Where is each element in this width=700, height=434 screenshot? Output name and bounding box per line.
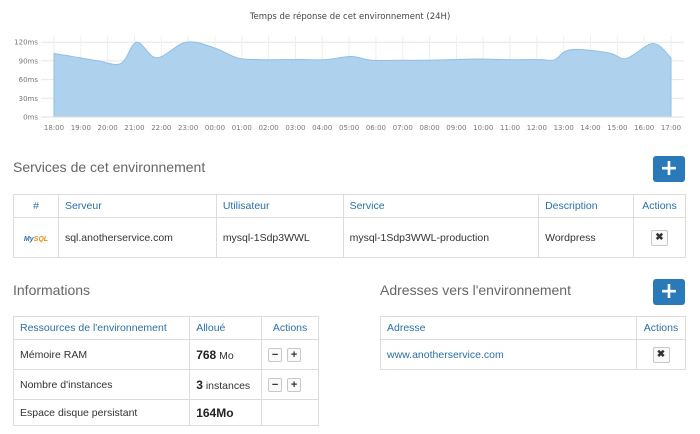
delete-service-button[interactable]: ✖ (650, 229, 668, 246)
col-allocated: Alloué (189, 316, 263, 340)
x-tick-label: 13:00 (554, 124, 574, 132)
y-tick-label: 120ms (14, 39, 38, 47)
x-tick-label: 21:00 (124, 124, 144, 132)
x-tick-label: 15:00 (607, 124, 627, 132)
addresses-table: Adresse Actions www.anotherservice.com ✖ (380, 316, 686, 370)
ram-value: 768 (196, 347, 217, 362)
instances-value-cell: 3 instances (189, 369, 263, 400)
ram-increase-button[interactable]: + (287, 347, 302, 362)
x-tick-label: 18:00 (44, 124, 64, 132)
services-title: Services de cet environnement (13, 159, 206, 175)
instances-unit: instances (205, 379, 251, 392)
x-tick-label: 01:00 (232, 124, 252, 132)
ram-decrease-button[interactable]: − (268, 347, 283, 362)
ram-label: Mémoire RAM (12, 339, 191, 370)
x-tick-label: 06:00 (366, 124, 386, 132)
informations-table: Ressources de l'environnement Alloué Act… (12, 316, 319, 426)
x-tick-label: 17:00 (661, 124, 681, 132)
disk-actions (261, 399, 319, 426)
y-tick-label: 0ms (23, 114, 38, 122)
x-tick-label: 22:00 (151, 124, 171, 132)
instances-actions: − + (261, 369, 319, 400)
col-service: Service (342, 194, 540, 218)
x-tick-label: 16:00 (634, 124, 654, 132)
x-tick-label: 02:00 (259, 124, 279, 132)
table-row: Mémoire RAM 768 Mo − + (12, 339, 319, 370)
disk-value: 164Mo (196, 405, 234, 420)
mysql-logo-cell: MySQL (13, 217, 59, 258)
table-row: www.anotherservice.com ✖ (380, 339, 686, 370)
x-tick-label: 00:00 (205, 124, 225, 132)
ram-value-cell: 768 Mo (189, 339, 263, 370)
col-server: Serveur (57, 194, 217, 218)
chart-svg: 0ms 30ms 60ms 90ms 120ms 18:00 19:00 20:00 21:00… (14, 36, 684, 132)
col-index: # (13, 194, 59, 218)
response-time-area (53, 41, 672, 118)
x-tick-label: 14:00 (580, 124, 600, 132)
x-tick-label: 12:00 (527, 124, 547, 132)
delete-address-button[interactable]: ✖ (652, 346, 670, 363)
col-user: Utilisateur (215, 194, 344, 218)
instances-value: 3 (196, 377, 203, 392)
add-service-button[interactable]: + (653, 156, 685, 182)
col-description: Description (538, 194, 634, 218)
services-table: # Serveur Utilisateur Service Descriptio… (13, 194, 687, 258)
instances-decrease-button[interactable]: − (268, 377, 283, 392)
x-tick-label: 03:00 (285, 124, 305, 132)
x-tick-label: 07:00 (393, 124, 413, 132)
user-cell: mysql-1Sdp3WWL (215, 217, 344, 258)
ram-unit: Mo (219, 349, 234, 362)
informations-header-row: Ressources de l'environnement Alloué Act… (12, 316, 319, 340)
col-resources: Ressources de l'environnement (12, 316, 191, 340)
col-address-actions: Actions (636, 316, 686, 340)
address-cell: www.anotherservice.com (380, 339, 637, 370)
disk-label: Espace disque persistant (12, 399, 191, 426)
ram-actions: − + (261, 339, 319, 370)
x-tick-label: 08:00 (419, 124, 439, 132)
x-tick-label: 10:00 (473, 124, 493, 132)
description-cell: Wordpress (538, 217, 634, 258)
table-row: MySQL sql.anotherservice.com mysql-1Sdp3… (13, 217, 687, 258)
table-row: Espace disque persistant 164Mo (12, 399, 319, 426)
x-tick-label: 20:00 (98, 124, 118, 132)
table-row: Nombre d'instances 3 instances − + (12, 369, 319, 400)
mysql-logo-icon: MySQL (23, 235, 49, 243)
add-address-button[interactable]: + (653, 279, 685, 305)
col-info-actions: Actions (261, 316, 319, 340)
services-header-row: # Serveur Utilisateur Service Descriptio… (13, 194, 687, 218)
x-tick-label: 19:00 (71, 124, 91, 132)
address-link[interactable]: www.anotherservice.com (387, 349, 504, 361)
addresses-header-row: Adresse Actions (380, 316, 686, 340)
response-time-chart: Temps de réponse de cet environnement (2… (0, 0, 700, 140)
server-cell: sql.anotherservice.com (57, 217, 217, 258)
x-tick-label: 09:00 (446, 124, 466, 132)
x-tick-label: 05:00 (339, 124, 359, 132)
col-address: Adresse (380, 316, 637, 340)
y-tick-label: 90ms (19, 57, 39, 65)
addresses-title: Adresses vers l'environnement (380, 282, 571, 298)
disk-value-cell: 164Mo (189, 399, 263, 426)
instances-increase-button[interactable]: + (287, 377, 302, 392)
y-tick-label: 60ms (19, 76, 39, 84)
service-cell: mysql-1Sdp3WWL-production (342, 217, 540, 258)
x-tick-label: 04:00 (312, 124, 332, 132)
x-tick-label: 23:00 (178, 124, 198, 132)
actions-cell: ✖ (632, 217, 687, 258)
address-actions: ✖ (636, 339, 686, 370)
col-actions: Actions (632, 194, 687, 218)
x-tick-label: 11:00 (500, 124, 520, 132)
y-tick-label: 30ms (19, 95, 39, 103)
informations-title: Informations (13, 282, 91, 298)
instances-label: Nombre d'instances (12, 369, 191, 400)
